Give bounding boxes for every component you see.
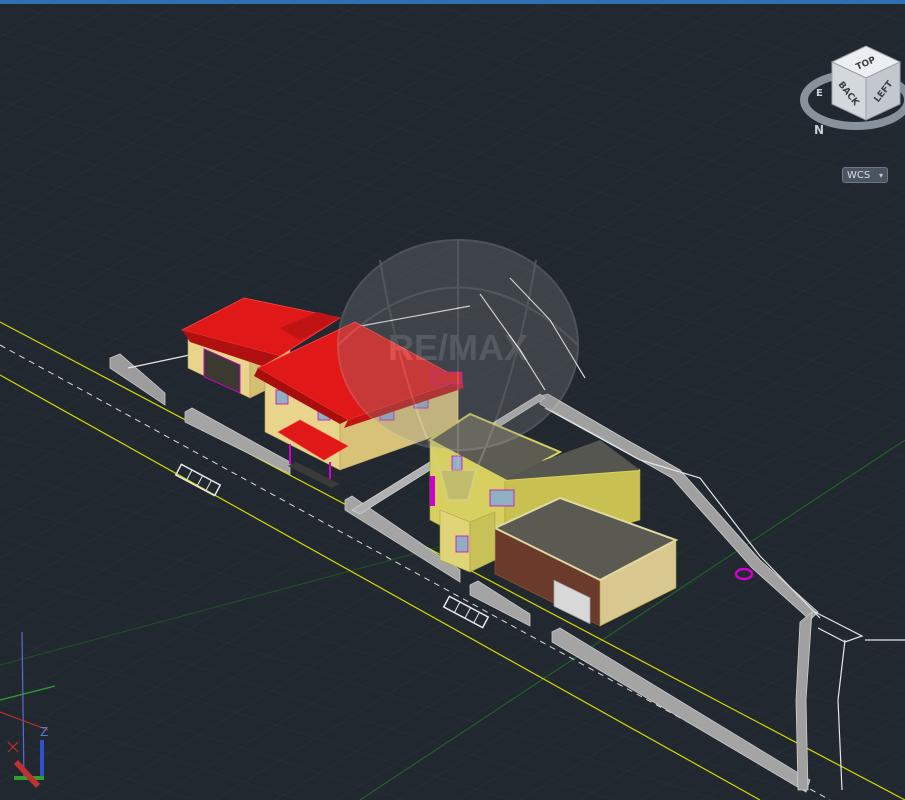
window	[455, 535, 469, 553]
ucs-z-label: Z	[40, 725, 48, 739]
compass-east-label[interactable]: E	[816, 88, 823, 99]
ucs-z-arrow	[40, 740, 44, 776]
drawing-canvas[interactable]: RE/MAX N E TOP BACK LEFT Z	[0, 0, 905, 800]
window	[489, 489, 515, 507]
balcony-rail	[430, 476, 435, 506]
window-title-strip	[0, 0, 905, 4]
chevron-down-icon: ▾	[878, 171, 883, 180]
svg-text:RE/MAX: RE/MAX	[388, 327, 528, 368]
model-viewport[interactable]: RE/MAX N E TOP BACK LEFT Z WCS ▾	[0, 0, 905, 800]
ucs-dropdown-label: WCS	[847, 170, 871, 181]
compass-north-label[interactable]: N	[814, 123, 824, 137]
ucs-dropdown-button[interactable]: WCS ▾	[842, 167, 888, 183]
